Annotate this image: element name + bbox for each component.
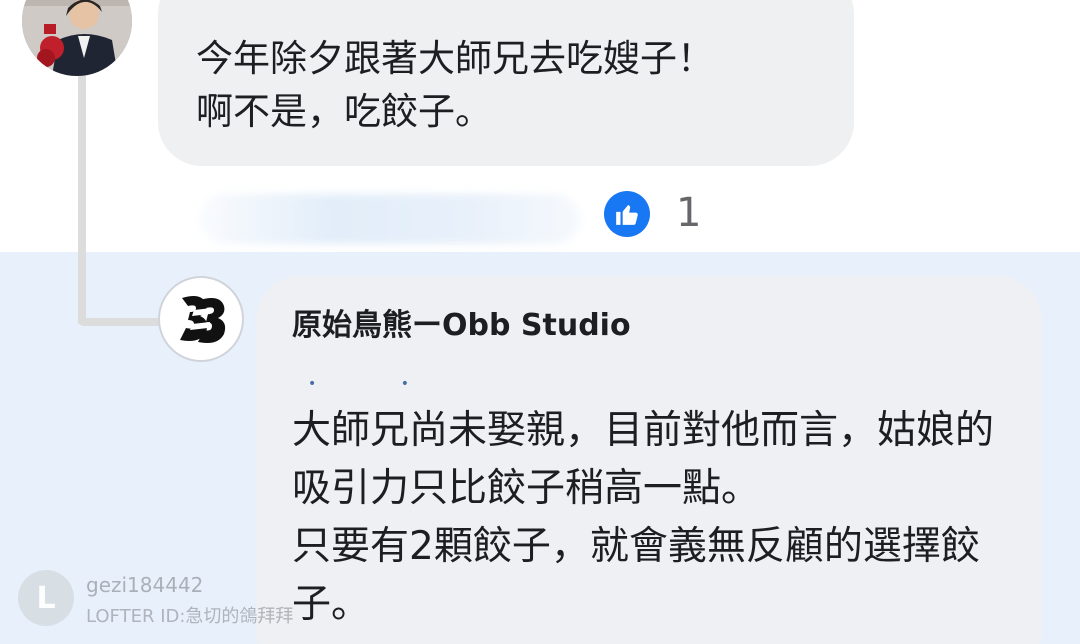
lofter-watermark-logo-icon: L xyxy=(18,570,74,626)
blurred-reactor-names xyxy=(200,194,580,244)
comment-thread-screen: 今年除夕跟著大師兄去吃嫂子！ 啊不是，吃餃子。 1 原始鳥熊ーObb Studi… xyxy=(0,0,1080,644)
obb-studio-logo-icon xyxy=(180,296,226,343)
watermark-lofter-id: LOFTER ID:急切的鴿拜拜 xyxy=(86,606,294,627)
like-count: 1 xyxy=(676,190,702,236)
thread-connector-hook xyxy=(78,318,164,326)
parent-comment-text: 今年除夕跟著大師兄去吃嫂子！ 啊不是，吃餃子。 xyxy=(196,37,714,133)
watermark-username: gezi184442 xyxy=(86,573,204,597)
reply-author-name[interactable]: 原始鳥熊ーObb Studio xyxy=(292,300,631,344)
blurred-artifact: • • xyxy=(308,376,449,392)
person-photo-icon xyxy=(22,0,132,76)
reply-author-avatar[interactable] xyxy=(158,276,244,362)
like-reaction-badge[interactable] xyxy=(604,191,650,237)
commenter-avatar[interactable] xyxy=(22,0,132,76)
thread-connector-line xyxy=(78,70,86,324)
reply-comment-text: 大師兄尚未娶親，目前對他而言，姑娘的吸引力只比餃子稍高一點。 只要有2顆餃子，就… xyxy=(292,408,995,627)
like-icon xyxy=(616,205,638,225)
